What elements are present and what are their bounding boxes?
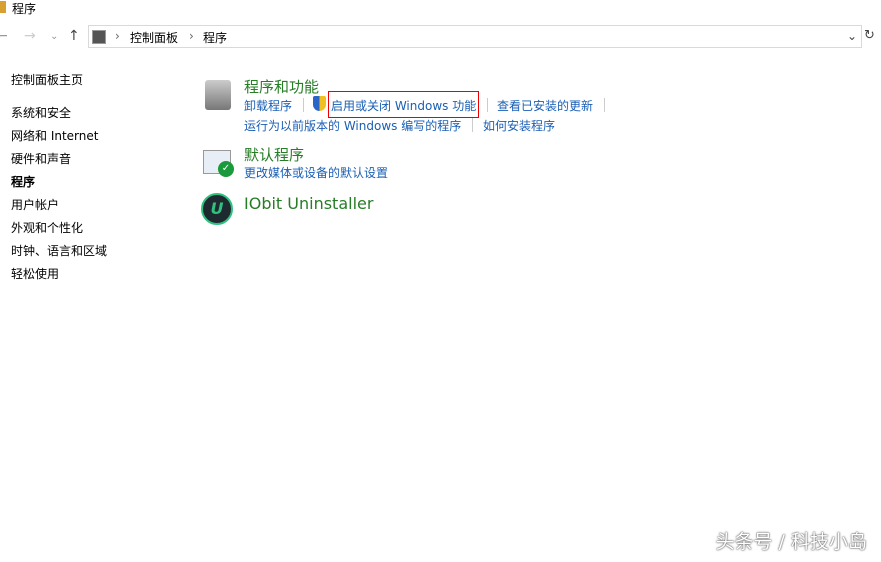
window-title: 程序 <box>12 2 37 16</box>
programs-features-heading[interactable]: 程序和功能 <box>244 76 319 97</box>
default-settings-link[interactable]: 更改媒体或设备的默认设置 <box>244 164 388 181</box>
sidebar-item-system[interactable]: 系统和安全 <box>11 104 71 121</box>
uninstall-link[interactable]: 卸载程序 <box>244 97 292 114</box>
chevron-icon: › <box>189 29 194 43</box>
control-panel-icon <box>92 30 106 44</box>
shield-icon <box>313 96 326 111</box>
default-programs-icon: ✓ <box>203 150 234 177</box>
windows-features-link[interactable]: 启用或关闭 Windows 功能 <box>328 91 480 118</box>
watermark: 头条号 / 科技小岛 <box>715 531 867 553</box>
installed-updates-link[interactable]: 查看已安装的更新 <box>497 97 593 114</box>
back-button[interactable]: ← <box>0 28 8 44</box>
sidebar-item-ease[interactable]: 轻松使用 <box>11 265 59 282</box>
sidebar-item-programs[interactable]: 程序 <box>11 173 35 190</box>
iobit-heading[interactable]: IObit Uninstaller <box>244 194 373 213</box>
default-programs-heading[interactable]: 默认程序 <box>244 144 304 165</box>
refresh-button[interactable]: ↻ <box>864 28 875 43</box>
iobit-icon: U <box>201 193 233 225</box>
address-bar[interactable]: › 控制面板 › 程序 ⌄ <box>88 25 862 48</box>
up-button[interactable]: ↑ <box>68 28 80 44</box>
address-dropdown-icon[interactable]: ⌄ <box>847 29 857 43</box>
chevron-icon: › <box>115 29 120 43</box>
recent-dropdown[interactable]: ⌄ <box>50 31 58 42</box>
how-install-link[interactable]: 如何安装程序 <box>483 117 555 134</box>
sidebar-item-home[interactable]: 控制面板主页 <box>11 71 83 88</box>
breadcrumb-programs[interactable]: 程序 <box>203 29 227 46</box>
sidebar-item-network[interactable]: 网络和 Internet <box>11 127 98 144</box>
programs-features-icon <box>205 80 231 110</box>
forward-button[interactable]: → <box>24 28 36 44</box>
sidebar-item-appearance[interactable]: 外观和个性化 <box>11 219 83 236</box>
compat-link[interactable]: 运行为以前版本的 Windows 编写的程序 <box>244 117 461 134</box>
sidebar-item-users[interactable]: 用户帐户 <box>11 196 59 213</box>
sidebar-item-hardware[interactable]: 硬件和声音 <box>11 150 71 167</box>
window-icon <box>0 1 6 13</box>
sidebar-item-clock[interactable]: 时钟、语言和区域 <box>11 242 107 259</box>
breadcrumb-control-panel[interactable]: 控制面板 <box>130 29 178 46</box>
